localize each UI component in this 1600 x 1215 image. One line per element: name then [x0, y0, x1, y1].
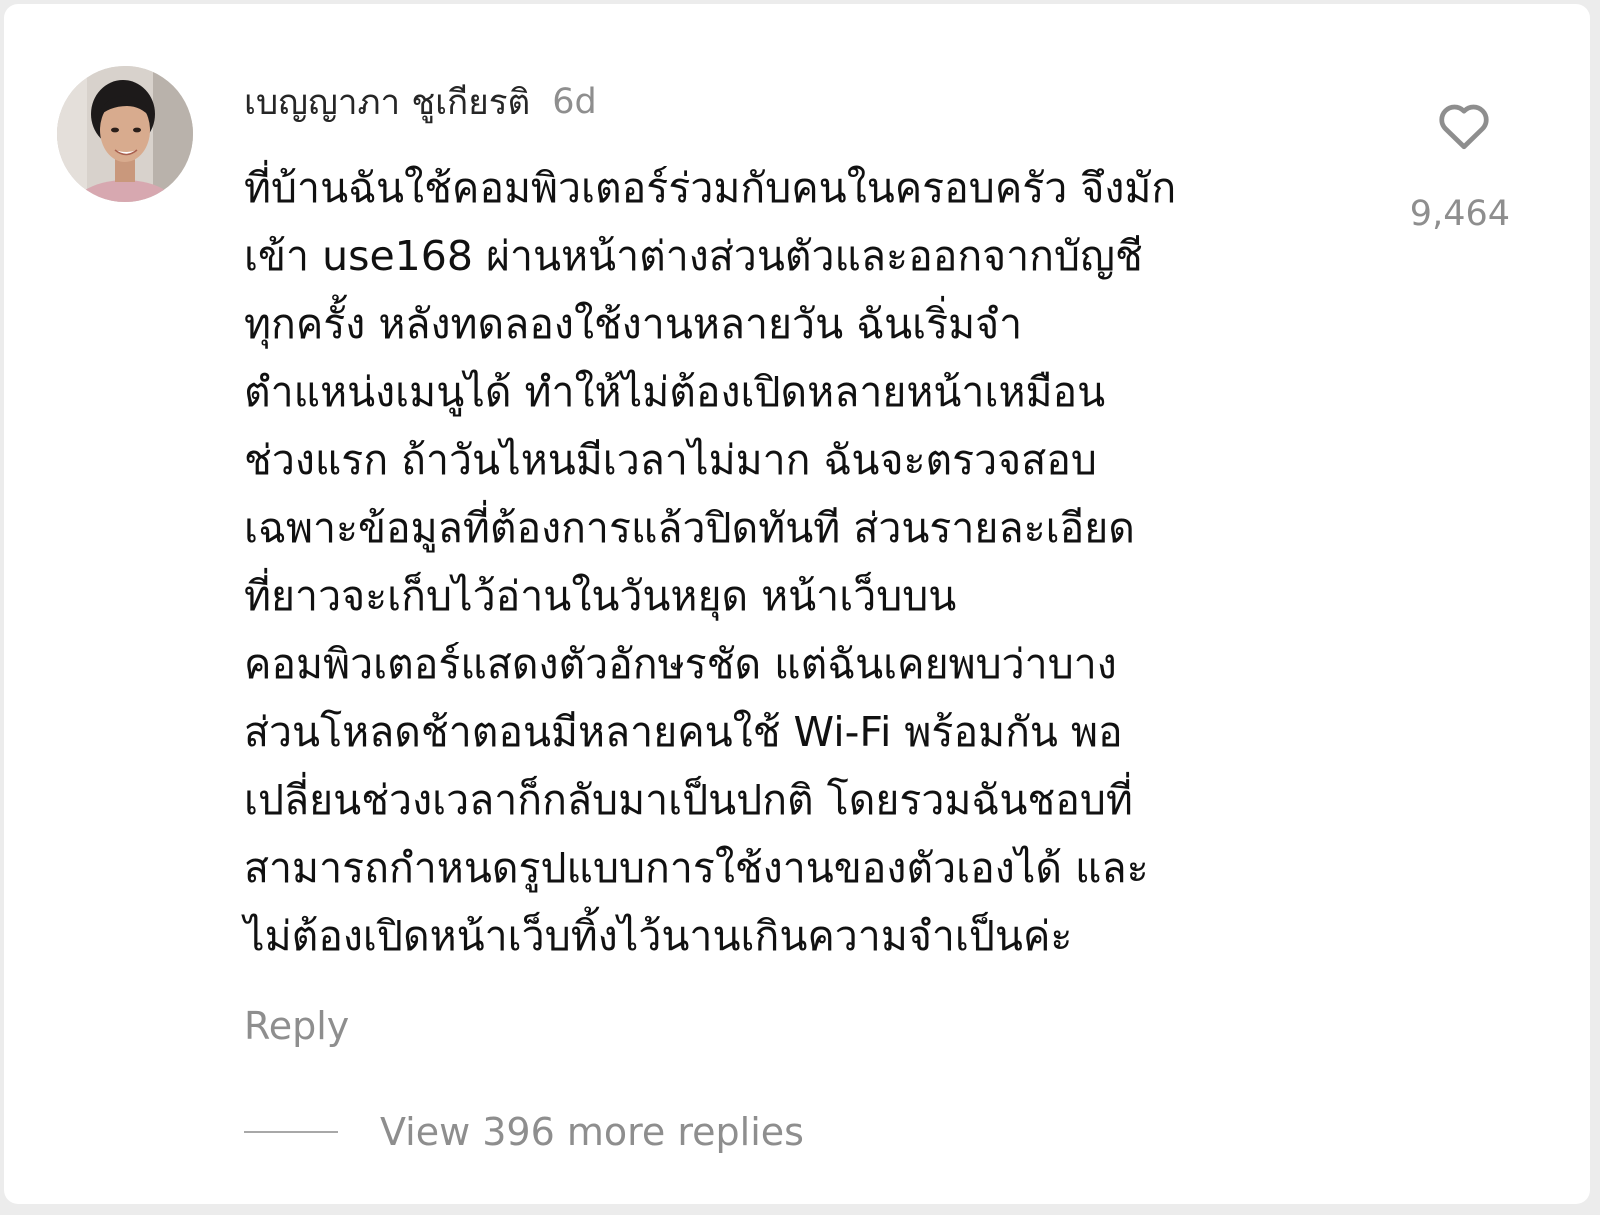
replies-divider-line [244, 1131, 338, 1133]
avatar[interactable] [57, 66, 193, 202]
author-name[interactable]: เบญญาภา ชูเกียรติ [244, 75, 530, 130]
like-button[interactable] [1434, 96, 1494, 156]
comment-text: ที่บ้านฉันใช้คอมพิวเตอร์ร่วมกับคนในครอบค… [244, 164, 1177, 960]
avatar-image [57, 66, 193, 202]
heart-outline-icon [1439, 104, 1489, 150]
reply-button[interactable]: Reply [244, 1004, 349, 1048]
view-more-replies-label: View 396 more replies [380, 1110, 804, 1154]
like-count: 9,464 [1409, 194, 1510, 234]
comment-timestamp: 6d [552, 82, 597, 122]
comment-header: เบญญาภา ชูเกียรติ 6d [244, 76, 597, 128]
view-more-replies[interactable]: View 396 more replies [244, 1110, 804, 1154]
comment-card: เบญญาภา ชูเกียรติ 6d ที่บ้านฉันใช้คอมพิว… [4, 4, 1590, 1204]
